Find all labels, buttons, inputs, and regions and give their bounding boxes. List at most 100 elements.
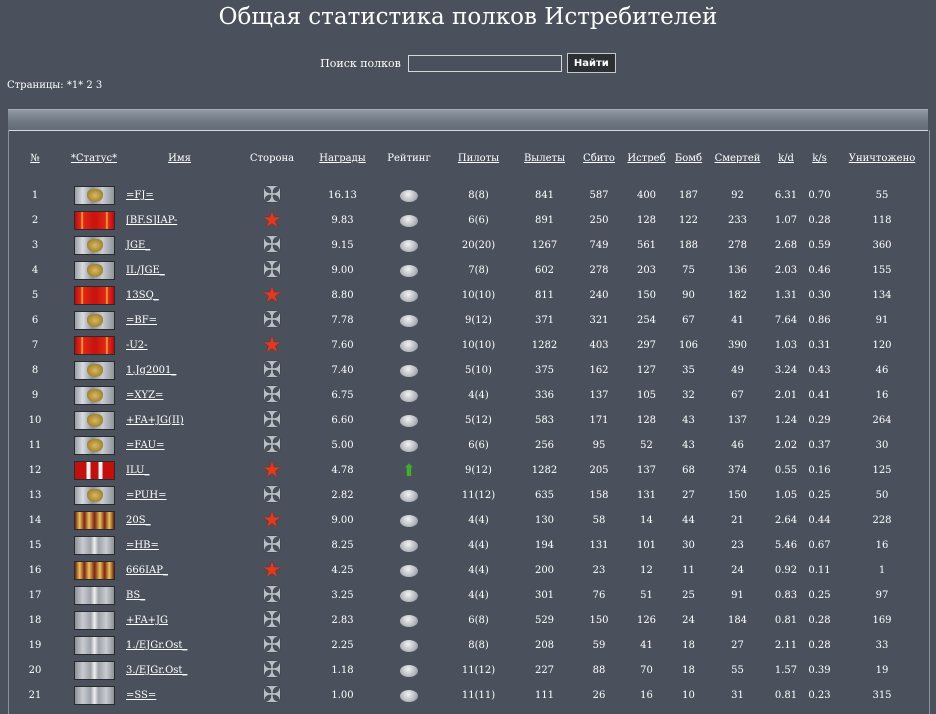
- regiment-link[interactable]: [BF.S]IAP-: [126, 215, 177, 226]
- kd-cell: 0.55: [774, 465, 798, 476]
- regiment-link[interactable]: 1.Jg2001_: [126, 365, 176, 376]
- ks-cell: 0.25: [808, 490, 831, 501]
- fighters-cell: 254: [636, 315, 657, 326]
- sorties-cell: 301: [534, 590, 555, 601]
- col-deaths[interactable]: Смертей: [706, 147, 769, 169]
- awards-cell: 7.78: [331, 315, 354, 326]
- eagle-medal-icon: [73, 411, 115, 430]
- col-kd[interactable]: k/d: [769, 147, 803, 169]
- regiment-link[interactable]: +FA+JG(II): [126, 415, 184, 426]
- regiment-link[interactable]: BS_: [126, 590, 145, 601]
- col-bombers[interactable]: Бомб: [671, 147, 706, 169]
- deaths-cell: 27: [731, 640, 744, 651]
- regiment-link[interactable]: =FAU=: [126, 440, 164, 451]
- col-ks[interactable]: k/s: [803, 147, 836, 169]
- kd-cell: 0.83: [774, 590, 798, 601]
- ks-cell: 0.23: [808, 690, 831, 701]
- rating-neutral-icon: [400, 439, 418, 452]
- regiment-link[interactable]: =HB=: [126, 540, 159, 551]
- red-star-icon: ★: [262, 282, 282, 308]
- name-cell: =FAU=: [126, 433, 233, 458]
- regiment-link[interactable]: 13SQ_: [126, 290, 159, 301]
- grey-medal-icon: [73, 611, 115, 630]
- side-cell: ✠: [233, 658, 311, 683]
- bombers-cell: 18: [682, 640, 695, 651]
- ks-cell: 0.70: [808, 190, 831, 201]
- search-button[interactable]: Найти: [566, 53, 616, 73]
- redwhite-medal-icon: [73, 461, 115, 480]
- regiment-link[interactable]: ILU_: [126, 465, 149, 476]
- fighters-cell: 561: [636, 240, 657, 251]
- name-cell: ILU_: [126, 458, 233, 483]
- col-status[interactable]: *Статус*: [62, 147, 126, 169]
- col-sorties[interactable]: Вылеты: [513, 147, 576, 169]
- table-row: 20 3./EJGr.Ost_ ✠ 1.18 11(12) 227 88 70 18 55 1.57…: [8, 658, 928, 683]
- col-pilots[interactable]: Пилоты: [444, 147, 513, 169]
- col-name[interactable]: Имя: [126, 147, 233, 169]
- pilots-cell: 7(8): [468, 265, 489, 276]
- name-cell: JGE_: [126, 233, 233, 258]
- col-side: Сторона: [249, 152, 295, 164]
- regiment-link[interactable]: =FJ=: [126, 190, 154, 201]
- table-row: 13 =PUH= ✠ 2.82 11(12) 635 158 131 27 150 1.05 0.25…: [8, 483, 928, 508]
- pagination[interactable]: Страницы: *1* 2 3: [7, 80, 102, 91]
- rating-neutral-icon: [400, 364, 418, 377]
- regiment-link[interactable]: =XYZ=: [126, 390, 163, 401]
- awards-cell: 8.25: [331, 540, 354, 551]
- col-shot[interactable]: Сбито: [576, 147, 622, 169]
- regiment-link[interactable]: =PUH=: [126, 490, 166, 501]
- regiment-link[interactable]: JGE_: [126, 240, 150, 251]
- num-cell: 13: [28, 490, 42, 501]
- ks-cell: 0.11: [808, 565, 831, 576]
- col-awards[interactable]: Награды: [311, 147, 374, 169]
- search-input[interactable]: [407, 54, 562, 72]
- regiment-link[interactable]: 666IAP_: [126, 565, 168, 576]
- side-cell: ★: [233, 333, 311, 358]
- regiment-link[interactable]: 20S_: [126, 515, 151, 526]
- deaths-cell: 136: [727, 265, 748, 276]
- regiment-link[interactable]: =BF=: [126, 315, 157, 326]
- bombers-cell: 24: [682, 615, 695, 626]
- iron-cross-icon: ✠: [262, 357, 282, 383]
- pilots-cell: 8(8): [468, 640, 489, 651]
- rating-neutral-icon: [400, 339, 418, 352]
- red-star-icon: ★: [262, 557, 282, 583]
- side-cell: ✠: [233, 258, 311, 283]
- fighters-cell: 126: [636, 615, 657, 626]
- kd-cell: 0.81: [774, 615, 798, 626]
- side-cell: ✠: [233, 533, 311, 558]
- regiment-link[interactable]: 1./EJGr.Ost_: [126, 640, 187, 651]
- rating-neutral-icon: [400, 614, 418, 627]
- kd-cell: 1.31: [774, 290, 798, 301]
- deaths-cell: 390: [727, 340, 748, 351]
- rating-cell: [374, 683, 444, 708]
- fighters-cell: 16: [640, 690, 653, 701]
- bombers-cell: 10: [682, 690, 695, 701]
- sorties-cell: 635: [534, 490, 555, 501]
- deaths-cell: 137: [727, 415, 748, 426]
- regiment-link[interactable]: 3./EJGr.Ost_: [126, 665, 187, 676]
- rating-cell: [374, 533, 444, 558]
- name-cell: =BF=: [126, 308, 233, 333]
- shot-cell: 749: [589, 240, 609, 251]
- status-cell: [62, 608, 126, 633]
- regiment-link[interactable]: -U2-: [126, 340, 148, 351]
- destroyed-cell: 50: [875, 490, 889, 501]
- awards-cell: 5.00: [331, 440, 354, 451]
- kd-cell: 1.07: [774, 215, 798, 226]
- col-destroyed[interactable]: Уничтожено: [836, 147, 928, 169]
- deaths-cell: 31: [731, 690, 744, 701]
- awards-cell: 9.00: [331, 515, 354, 526]
- iron-cross-icon: ✠: [262, 607, 282, 633]
- col-num[interactable]: №: [8, 147, 62, 169]
- status-cell: [62, 183, 126, 208]
- regiment-link[interactable]: +FA+JG: [126, 615, 168, 626]
- regiment-link[interactable]: =SS=: [126, 690, 156, 701]
- shot-cell: 321: [589, 315, 609, 326]
- side-cell: ★: [233, 208, 311, 233]
- grey-medal-icon: [73, 636, 115, 655]
- col-fighters[interactable]: Истреб: [622, 147, 671, 169]
- regiment-link[interactable]: II./JGE_: [126, 265, 165, 276]
- eagle-medal-icon: [73, 186, 115, 205]
- eagle-medal-icon: [73, 236, 115, 255]
